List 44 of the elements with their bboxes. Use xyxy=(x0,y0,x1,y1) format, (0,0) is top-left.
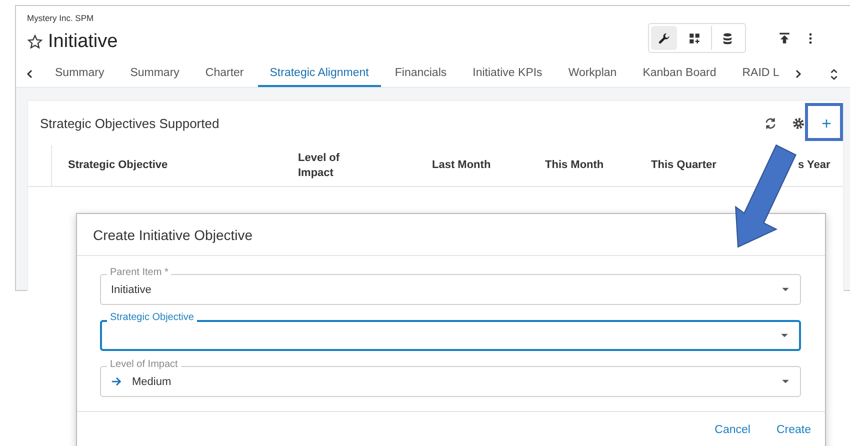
caret-icon xyxy=(781,379,790,384)
star-icon[interactable] xyxy=(27,34,43,50)
caret-icon xyxy=(781,287,790,292)
expand-icon[interactable] xyxy=(829,68,840,80)
settings-icon[interactable] xyxy=(792,116,805,130)
arrow-right-icon xyxy=(111,376,122,387)
dialog-title: Create Initiative Objective xyxy=(93,226,253,242)
column-header: Strategic Objective xyxy=(68,158,169,173)
cancel-button[interactable]: Cancel xyxy=(714,424,750,436)
field-label: Strategic Objective xyxy=(107,312,197,323)
field-label: Parent Item * xyxy=(107,267,172,278)
column-header: Level of Impact xyxy=(298,150,341,180)
database-icon xyxy=(721,32,734,44)
tab[interactable]: Initiative KPIs xyxy=(460,61,554,87)
column-header: This Quarter xyxy=(651,158,718,173)
panel-title: Strategic Objectives Supported xyxy=(40,116,220,130)
tab[interactable]: Financials xyxy=(382,61,459,87)
org-name: Mystery Inc. SPM xyxy=(27,13,95,23)
tab[interactable]: Kanban Board xyxy=(630,61,728,87)
tab[interactable]: Workplan xyxy=(556,61,629,87)
refresh-icon[interactable] xyxy=(764,116,777,130)
highlight-frame xyxy=(805,103,843,141)
wrench-button[interactable] xyxy=(651,26,677,50)
caret-icon xyxy=(780,333,789,338)
chevron-left-icon[interactable] xyxy=(25,69,35,79)
chevron-right-icon[interactable] xyxy=(793,69,804,79)
select-field[interactable]: Initiative xyxy=(100,274,801,305)
move-to-top-icon[interactable] xyxy=(778,32,791,44)
add-icon[interactable] xyxy=(820,116,833,130)
tab[interactable]: Summary xyxy=(118,61,192,87)
tab[interactable]: Summary xyxy=(43,61,116,87)
tab[interactable]: RAID L xyxy=(730,61,792,87)
field-label: Level of Impact xyxy=(107,359,181,370)
create-button[interactable]: Create xyxy=(776,424,811,436)
wrench-icon xyxy=(658,32,670,44)
field-value: Initiative xyxy=(111,284,152,296)
column-header: s Year xyxy=(798,158,832,173)
column-header: This Month xyxy=(545,158,605,173)
page-title: Initiative xyxy=(48,31,118,53)
tab[interactable]: Charter xyxy=(193,61,256,87)
field-value: Medium xyxy=(132,376,172,388)
more-icon[interactable] xyxy=(808,32,813,44)
grid-plus-icon xyxy=(688,32,700,44)
column-header: Last Month xyxy=(432,158,492,173)
